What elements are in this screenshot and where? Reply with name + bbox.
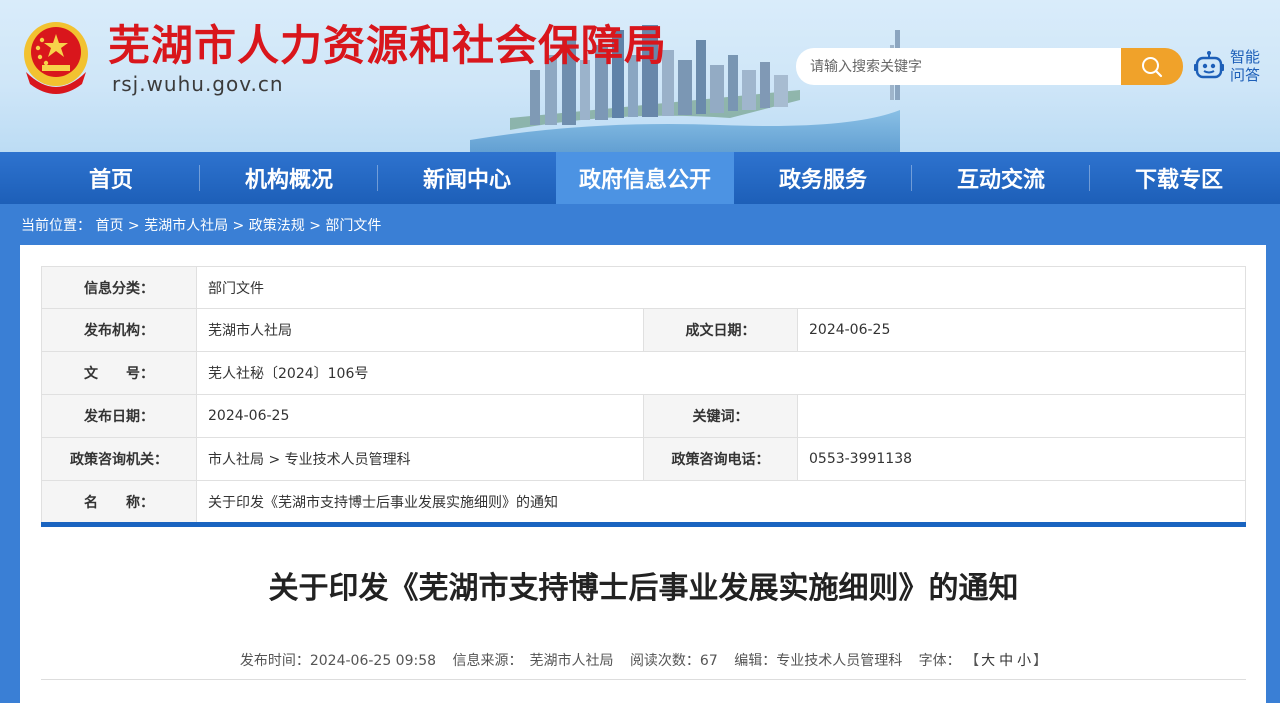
nav-label: 机构概况 (244, 168, 333, 193)
breadcrumb-prefix: 当前位置： (21, 218, 91, 234)
breadcrumb-policy[interactable]: 政策法规 (249, 218, 305, 234)
meta-publisher: 芜湖市人社局 (197, 309, 644, 351)
font-bracket: 【 (965, 653, 980, 669)
article-source: 信息来源： 芜湖市人社局 (452, 653, 614, 669)
search-button[interactable] (1121, 48, 1183, 85)
article-publish-time: 发布时间：2024-06-25 09:58 (239, 653, 437, 669)
breadcrumb-sep: > (127, 218, 140, 234)
meta-label: 政策咨询电话： (644, 438, 798, 480)
font-size-control: 字体： 【大中小】 (919, 653, 1047, 669)
meta-doc-no: 芜人社秘〔2024〕106号 (208, 366, 369, 382)
site-header: 芜湖市人力资源和社会保障局 rsj.wuhu.gov.cn 智能 问答 (0, 0, 1280, 152)
meta-name: 关于印发《芜湖市支持博士后事业发展实施细则》的通知 (208, 495, 558, 511)
breadcrumb-home[interactable]: 首页 (95, 218, 123, 234)
search-box (796, 48, 1122, 85)
national-emblem-icon (24, 22, 88, 94)
nav-label: 互动交流 (956, 168, 1045, 193)
font-bracket: 】 (1033, 653, 1048, 669)
meta-row: 名 称： 关于印发《芜湖市支持博士后事业发展实施细则》的通知 (42, 481, 1245, 524)
meta-label: 发布机构： (42, 309, 197, 351)
font-medium-button[interactable]: 中 (999, 653, 1013, 669)
nav-label: 首页 (88, 168, 133, 193)
article-editor: 编辑：专业技术人员管理科 (734, 653, 903, 669)
meta-row: 发布机构： 芜湖市人社局 成文日期： 2024-06-25 (42, 309, 1245, 352)
meta-row: 信息分类： 部门文件 (42, 267, 1245, 309)
meta-keywords (798, 395, 1245, 437)
meta-consult-phone: 0553-3991138 (809, 451, 913, 467)
nav-item-downloads[interactable]: 下载专区 (1090, 152, 1268, 204)
document-meta-table: 信息分类： 部门文件 发布机构： 芜湖市人社局 成文日期： 2024-06-25… (41, 266, 1246, 524)
meta-consult-org: 市人社局 > 专业技术人员管理科 (197, 438, 644, 480)
meta-written-date: 2024-06-25 (809, 322, 891, 338)
nav-item-services[interactable]: 政务服务 (734, 152, 912, 204)
meta-label: 文 号： (42, 352, 197, 394)
nav-item-news[interactable]: 新闻中心 (378, 152, 556, 204)
meta-label: 名 称： (42, 481, 197, 523)
search-input[interactable] (796, 48, 1122, 85)
breadcrumb-sep: > (309, 218, 321, 234)
meta-publish-date: 2024-06-25 (197, 395, 644, 437)
article-views: 阅读次数：67 (629, 653, 718, 669)
meta-label: 政策咨询机关： (42, 438, 197, 480)
smart-qa-link[interactable]: 智能 问答 (1230, 48, 1266, 84)
meta-label: 发布日期： (42, 395, 197, 437)
main-nav: 首页 机构概况 新闻中心 政府信息公开 政务服务 互动交流 下载专区 (0, 152, 1280, 204)
nav-label: 政府信息公开 (578, 168, 711, 193)
nav-item-gov-info[interactable]: 政府信息公开 (556, 152, 734, 204)
nav-label: 下载专区 (1134, 168, 1223, 193)
font-small-button[interactable]: 小 (1017, 653, 1031, 669)
meta-category: 部门文件 (208, 280, 264, 297)
font-size-label: 字体： (918, 653, 961, 669)
breadcrumb-bureau[interactable]: 芜湖市人社局 (144, 218, 228, 234)
font-large-button[interactable]: 大 (981, 653, 995, 669)
search-icon (1142, 56, 1163, 77)
robot-icon[interactable] (1193, 50, 1225, 82)
content-panel: 信息分类： 部门文件 发布机构： 芜湖市人社局 成文日期： 2024-06-25… (20, 245, 1266, 703)
qa-label-line1: 智能 (1230, 48, 1261, 66)
meta-row: 发布日期： 2024-06-25 关键词： (42, 395, 1245, 438)
qa-label-line2: 问答 (1230, 66, 1261, 84)
meta-label: 成文日期： (644, 309, 798, 351)
article-meta: 发布时间：2024-06-25 09:58 信息来源： 芜湖市人社局 阅读次数：… (41, 650, 1246, 670)
nav-item-about[interactable]: 机构概况 (200, 152, 378, 204)
nav-item-home[interactable]: 首页 (22, 152, 200, 204)
meta-row: 文 号： 芜人社秘〔2024〕106号 (42, 352, 1245, 395)
nav-item-interaction[interactable]: 互动交流 (912, 152, 1090, 204)
site-domain: rsj.wuhu.gov.cn (112, 72, 284, 96)
breadcrumb-dept-docs[interactable]: 部门文件 (325, 218, 381, 234)
breadcrumb-sep: > (232, 218, 245, 234)
meta-row: 政策咨询机关： 市人社局 > 专业技术人员管理科 政策咨询电话： 0553-39… (42, 438, 1245, 481)
breadcrumb: 当前位置： 首页 > 芜湖市人社局 > 政策法规 > 部门文件 (21, 215, 381, 235)
divider (41, 679, 1246, 680)
article-title: 关于印发《芜湖市支持博士后事业发展实施细则》的通知 (268, 571, 1019, 606)
meta-label: 关键词： (644, 395, 798, 437)
site-title: 芜湖市人力资源和社会保障局 (108, 21, 668, 70)
meta-label: 信息分类： (42, 267, 197, 308)
nav-label: 新闻中心 (422, 168, 511, 193)
divider (41, 522, 1246, 527)
nav-label: 政务服务 (778, 168, 867, 193)
